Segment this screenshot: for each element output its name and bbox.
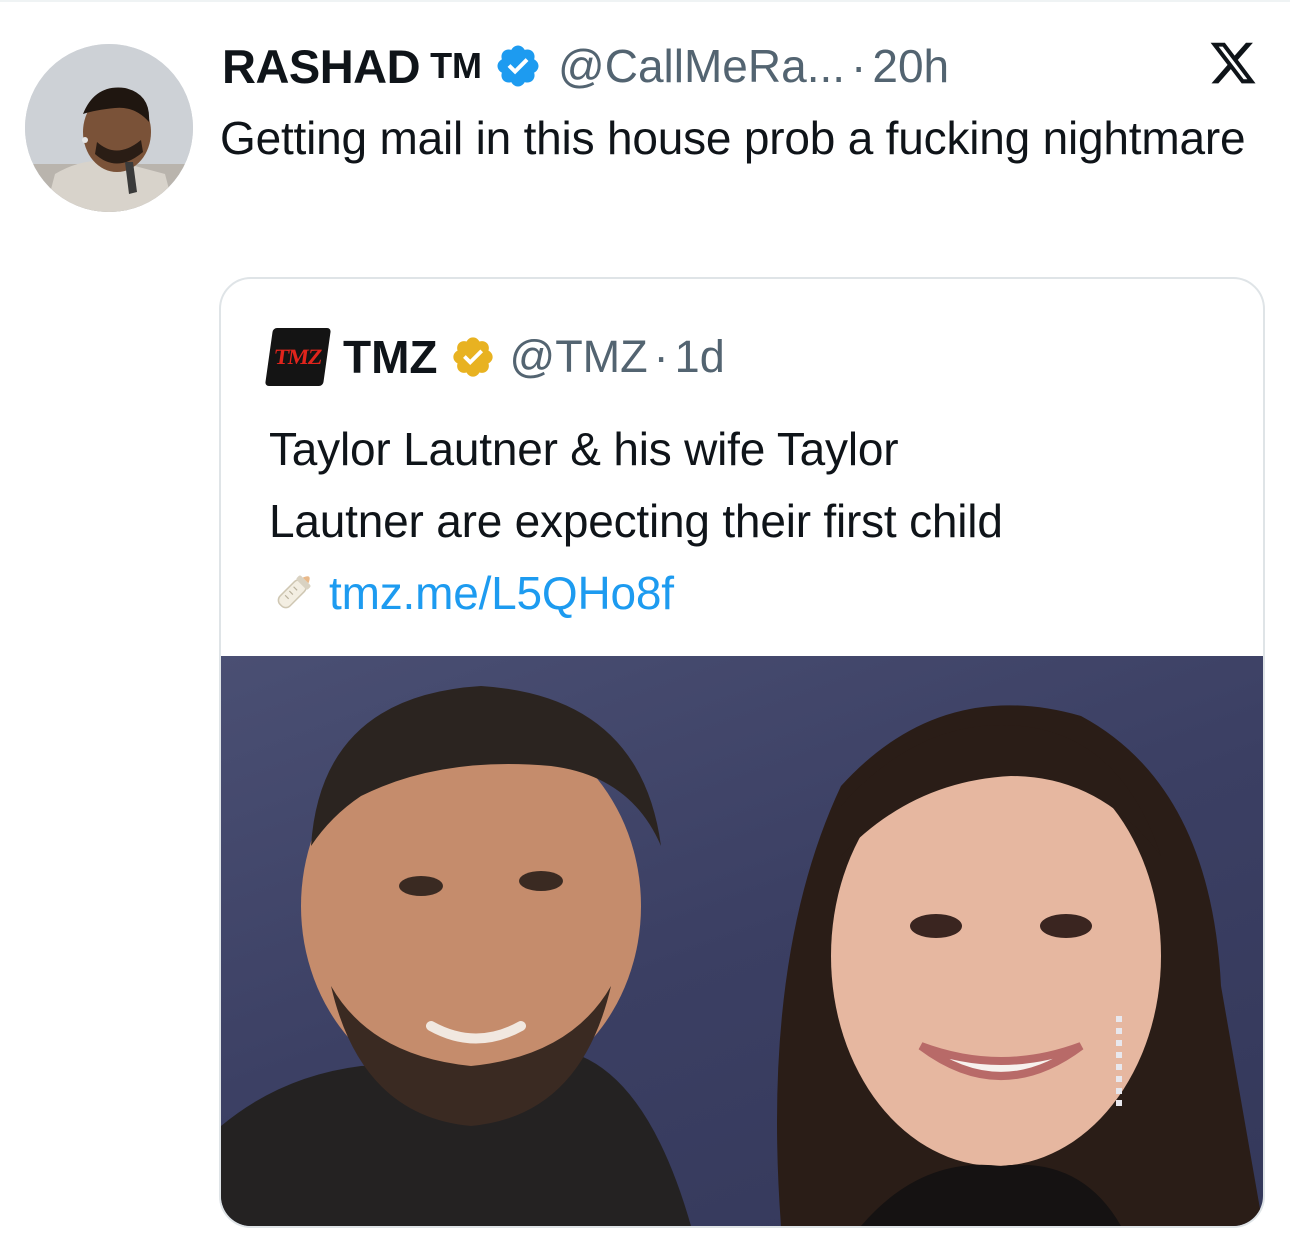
quoted-meta-separator: · [653,331,669,382]
top-divider [0,0,1290,2]
verified-badge-icon [494,42,542,90]
tweet-text: Getting mail in this house prob a fuckin… [220,112,1246,164]
quoted-tweet-link[interactable]: tmz.me/L5QHo8f [329,567,674,619]
tmz-avatar[interactable]: TMZ [264,328,332,386]
quoted-tweet-timestamp[interactable]: 1d [675,331,725,383]
author-handle[interactable]: @CallMeRa... [558,39,845,93]
quoted-tweet-photo[interactable] [221,656,1263,1226]
quoted-author-display-name[interactable]: TMZ [343,330,438,384]
author-display-name[interactable]: RASHAD [222,39,421,94]
quoted-tweet-header: TMZ TMZ @TMZ · 1d [264,327,725,387]
avatar-image [25,44,193,212]
tweet-header: RASHAD TM @CallMeRa... · 20h [222,36,949,96]
quoted-text-line-1: Taylor Lautner & his wife Taylor [269,423,899,475]
tweet-timestamp[interactable]: 20h [872,39,949,93]
gold-verified-badge-icon [450,334,496,380]
couple-photo-image [221,686,1263,1226]
author-avatar[interactable] [25,44,193,212]
x-logo-icon[interactable] [1208,38,1258,88]
quoted-author-handle[interactable]: @TMZ [510,331,648,383]
baby-bottle-icon [269,565,321,617]
trademark-label: TM [430,45,483,86]
quoted-text-line-3: tmz.me/L5QHo8f [269,557,1239,629]
quoted-tweet-card[interactable]: TMZ TMZ @TMZ · 1d Taylor Lautner & his w… [219,277,1265,1228]
quoted-text-line-2: Lautner are expecting their first child [269,495,1003,547]
quoted-tweet-text: Taylor Lautner & his wife Taylor Lautner… [269,413,1239,629]
meta-separator: · [851,40,867,92]
